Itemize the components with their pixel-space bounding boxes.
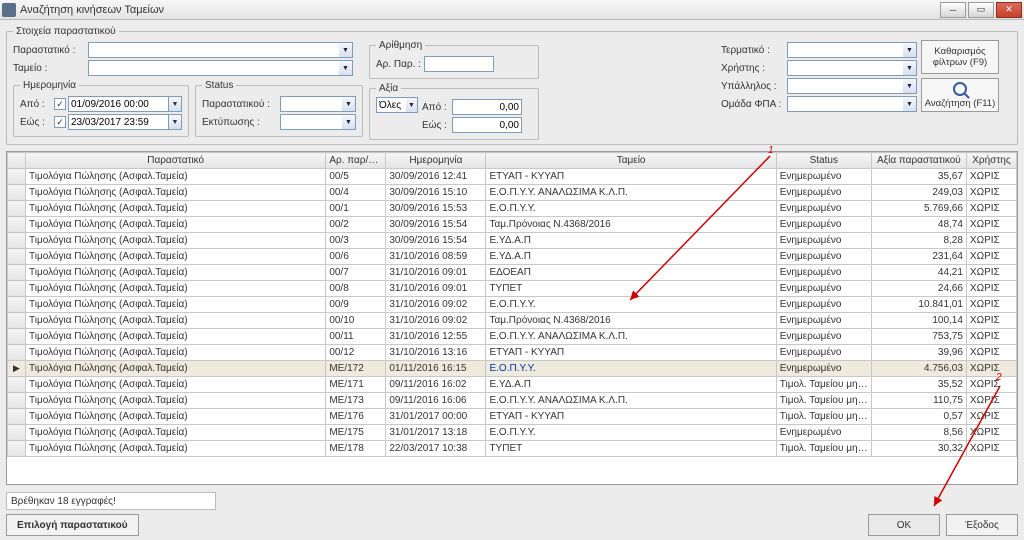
column-header[interactable]: Ημερομηνία [386, 153, 486, 169]
axia-to-input[interactable] [452, 117, 522, 133]
axia-group: Αξία ▼ Από : Εώς : [369, 83, 539, 140]
table-row[interactable]: Τιμολόγια Πώλησης (Ασφαλ.Ταμεία)00/931/1… [8, 297, 1017, 313]
dropdown-arrow-icon[interactable]: ▼ [339, 60, 353, 76]
exit-button[interactable]: Έξοδος [946, 514, 1018, 536]
dropdown-arrow-icon[interactable]: ▼ [406, 97, 418, 113]
status-ektyposis-label: Εκτύπωσης : [202, 117, 280, 128]
column-header[interactable]: Ταμείο [486, 153, 776, 169]
fpa-combo[interactable]: ▼ [787, 96, 917, 112]
column-header[interactable]: Αρ. παρ/κου [326, 153, 386, 169]
termatiko-label: Τερματικό : [721, 45, 787, 56]
table-row[interactable]: Τιμολόγια Πώλησης (Ασφαλ.Ταμεία)ΜΕ/17109… [8, 377, 1017, 393]
dropdown-arrow-icon[interactable]: ▼ [168, 96, 182, 112]
table-row[interactable]: Τιμολόγια Πώλησης (Ασφαλ.Ταμεία)00/1231/… [8, 345, 1017, 361]
status-ektyposis-combo[interactable]: ▼ [280, 114, 356, 130]
axia-legend: Αξία [376, 83, 401, 94]
table-row[interactable]: Τιμολόγια Πώλησης (Ασφαλ.Ταμεία)ΜΕ/17822… [8, 441, 1017, 457]
table-row[interactable]: ▶Τιμολόγια Πώλησης (Ασφαλ.Ταμεία)ΜΕ/1720… [8, 361, 1017, 377]
table-row[interactable]: Τιμολόγια Πώλησης (Ασφαλ.Ταμεία)00/330/0… [8, 233, 1017, 249]
ar-par-input[interactable] [424, 56, 494, 72]
clear-filters-button[interactable]: Καθαρισμός φίλτρων (F9) [921, 40, 999, 74]
termatiko-combo[interactable]: ▼ [787, 42, 917, 58]
dropdown-arrow-icon[interactable]: ▼ [342, 96, 356, 112]
ypallilos-label: Υπάλληλος : [721, 81, 787, 92]
table-row[interactable]: Τιμολόγια Πώλησης (Ασφαλ.Ταμεία)00/831/1… [8, 281, 1017, 297]
annotation-1-label: 1 [768, 145, 774, 156]
table-row[interactable]: Τιμολόγια Πώλησης (Ασφαλ.Ταμεία)00/1131/… [8, 329, 1017, 345]
status-group: Status Παραστατικού : ▼ Εκτύπωσης : ▼ [195, 80, 363, 137]
select-parastatiko-button[interactable]: Επιλογή παραστατικού [6, 514, 139, 536]
app-icon [2, 3, 16, 17]
table-row[interactable]: Τιμολόγια Πώλησης (Ασφαλ.Ταμεία)00/731/1… [8, 265, 1017, 281]
status-parastatiko-combo[interactable]: ▼ [280, 96, 356, 112]
ar-par-label: Αρ. Παρ. : [376, 59, 424, 70]
fpa-label: Ομάδα ΦΠΑ : [721, 99, 787, 110]
parastatiko-label: Παραστατικό : [13, 45, 88, 56]
date-legend: Ημερομηνία [20, 80, 79, 91]
date-to-input[interactable] [68, 114, 168, 130]
column-header[interactable]: Status [776, 153, 871, 169]
table-row[interactable]: Τιμολόγια Πώλησης (Ασφαλ.Ταμεία)00/1031/… [8, 313, 1017, 329]
column-header[interactable]: Χρήστης [966, 153, 1016, 169]
axia-type-combo[interactable]: ▼ [376, 97, 418, 113]
dropdown-arrow-icon[interactable]: ▼ [903, 96, 917, 112]
table-row[interactable]: Τιμολόγια Πώλησης (Ασφαλ.Ταμεία)00/430/0… [8, 185, 1017, 201]
close-button[interactable]: ✕ [996, 2, 1022, 18]
dropdown-arrow-icon[interactable]: ▼ [168, 114, 182, 130]
table-row[interactable]: Τιμολόγια Πώλησης (Ασφαλ.Ταμεία)00/230/0… [8, 217, 1017, 233]
column-header[interactable]: Αξία παραστατικού [871, 153, 966, 169]
xristis-combo[interactable]: ▼ [787, 60, 917, 76]
dropdown-arrow-icon[interactable]: ▼ [903, 60, 917, 76]
axia-from-label: Από : [422, 102, 452, 113]
search-button[interactable]: Αναζήτηση (F11) [921, 78, 999, 112]
axia-from-input[interactable] [452, 99, 522, 115]
filters-group: Στοιχεία παραστατικού Παραστατικό : ▼ Τα… [6, 26, 1018, 145]
date-group: Ημερομηνία Από : ✓ ▼ Εώς : ✓ ▼ [13, 80, 189, 137]
table-row[interactable]: Τιμολόγια Πώλησης (Ασφαλ.Ταμεία)00/530/0… [8, 169, 1017, 185]
table-row[interactable]: Τιμολόγια Πώλησης (Ασφαλ.Ταμεία)ΜΕ/17531… [8, 425, 1017, 441]
tameio-combo[interactable]: ▼ [88, 60, 353, 76]
axia-to-label: Εώς : [422, 120, 452, 131]
table-row[interactable]: Τιμολόγια Πώλησης (Ασφαλ.Ταμεία)00/130/0… [8, 201, 1017, 217]
window-title: Αναζήτηση κινήσεων Ταμείων [20, 4, 938, 16]
content-area: Στοιχεία παραστατικού Παραστατικό : ▼ Τα… [0, 20, 1024, 540]
dropdown-arrow-icon[interactable]: ▼ [339, 42, 353, 58]
dropdown-arrow-icon[interactable]: ▼ [903, 78, 917, 94]
arithmisi-legend: Αρίθμηση [376, 40, 425, 51]
date-to-label: Εώς : [20, 117, 54, 128]
filters-legend: Στοιχεία παραστατικού [13, 26, 119, 37]
status-parastatiko-label: Παραστατικού : [202, 99, 280, 110]
column-header[interactable]: Παραστατικό [26, 153, 326, 169]
results-grid[interactable]: ΠαραστατικόΑρ. παρ/κουΗμερομηνίαΤαμείοSt… [6, 151, 1018, 485]
arithmisi-group: Αρίθμηση Αρ. Παρ. : [369, 40, 539, 79]
records-found: Βρέθηκαν 18 εγγραφές! [6, 492, 216, 510]
parastatiko-combo[interactable]: ▼ [88, 42, 353, 58]
maximize-button[interactable]: ▭ [968, 2, 994, 18]
ypallilos-combo[interactable]: ▼ [787, 78, 917, 94]
table-row[interactable]: Τιμολόγια Πώλησης (Ασφαλ.Ταμεία)ΜΕ/17631… [8, 409, 1017, 425]
table-row[interactable]: Τιμολόγια Πώλησης (Ασφαλ.Ταμεία)00/631/1… [8, 249, 1017, 265]
xristis-label: Χρήστης : [721, 63, 787, 74]
dropdown-arrow-icon[interactable]: ▼ [903, 42, 917, 58]
title-bar: Αναζήτηση κινήσεων Ταμείων ─ ▭ ✕ [0, 0, 1024, 20]
ok-button[interactable]: ΟΚ [868, 514, 940, 536]
annotation-2-label: 2 [996, 372, 1002, 383]
date-from-label: Από : [20, 99, 54, 110]
minimize-button[interactable]: ─ [940, 2, 966, 18]
search-icon [953, 82, 967, 96]
date-to-checkbox[interactable]: ✓ [54, 116, 66, 128]
status-legend: Status [202, 80, 236, 91]
date-from-checkbox[interactable]: ✓ [54, 98, 66, 110]
date-from-input[interactable] [68, 96, 168, 112]
dropdown-arrow-icon[interactable]: ▼ [342, 114, 356, 130]
table-row[interactable]: Τιμολόγια Πώλησης (Ασφαλ.Ταμεία)ΜΕ/17309… [8, 393, 1017, 409]
tameio-label: Ταμείο : [13, 63, 88, 74]
